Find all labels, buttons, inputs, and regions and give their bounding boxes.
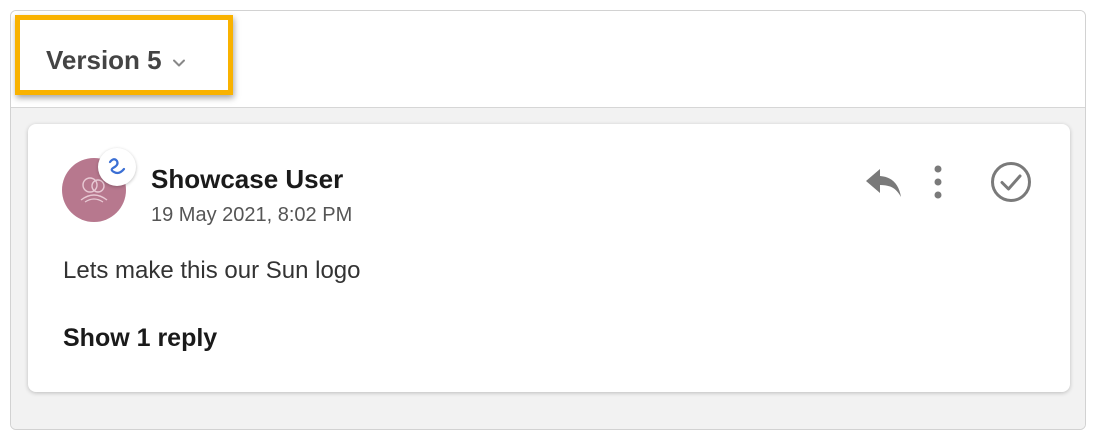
more-vertical-icon bbox=[934, 165, 942, 199]
comments-panel: Version 5 Showcase User 19 May 2021, 8:0… bbox=[10, 10, 1086, 430]
comment-timestamp: 19 May 2021, 8:02 PM bbox=[151, 204, 353, 226]
more-options-button[interactable] bbox=[932, 164, 944, 205]
comment-text: Lets make this our Sun logo bbox=[63, 257, 361, 284]
author-name: Showcase User bbox=[151, 164, 344, 194]
app-badge bbox=[98, 148, 136, 186]
resolve-check-icon bbox=[991, 162, 1031, 202]
version-label: Version 5 bbox=[46, 45, 162, 75]
version-dropdown[interactable]: Version 5 bbox=[46, 45, 187, 76]
panel-header: Version 5 bbox=[11, 11, 1085, 108]
reply-button[interactable] bbox=[864, 166, 904, 205]
show-replies-link[interactable]: Show 1 reply bbox=[63, 324, 217, 353]
comment-card: Showcase User 19 May 2021, 8:02 PM Lets … bbox=[28, 124, 1070, 392]
resolve-button[interactable] bbox=[989, 160, 1033, 209]
reply-icon bbox=[866, 169, 901, 197]
comments-list: Showcase User 19 May 2021, 8:02 PM Lets … bbox=[11, 108, 1085, 429]
squiggle-app-icon bbox=[108, 158, 126, 175]
chevron-down-icon bbox=[172, 59, 185, 66]
